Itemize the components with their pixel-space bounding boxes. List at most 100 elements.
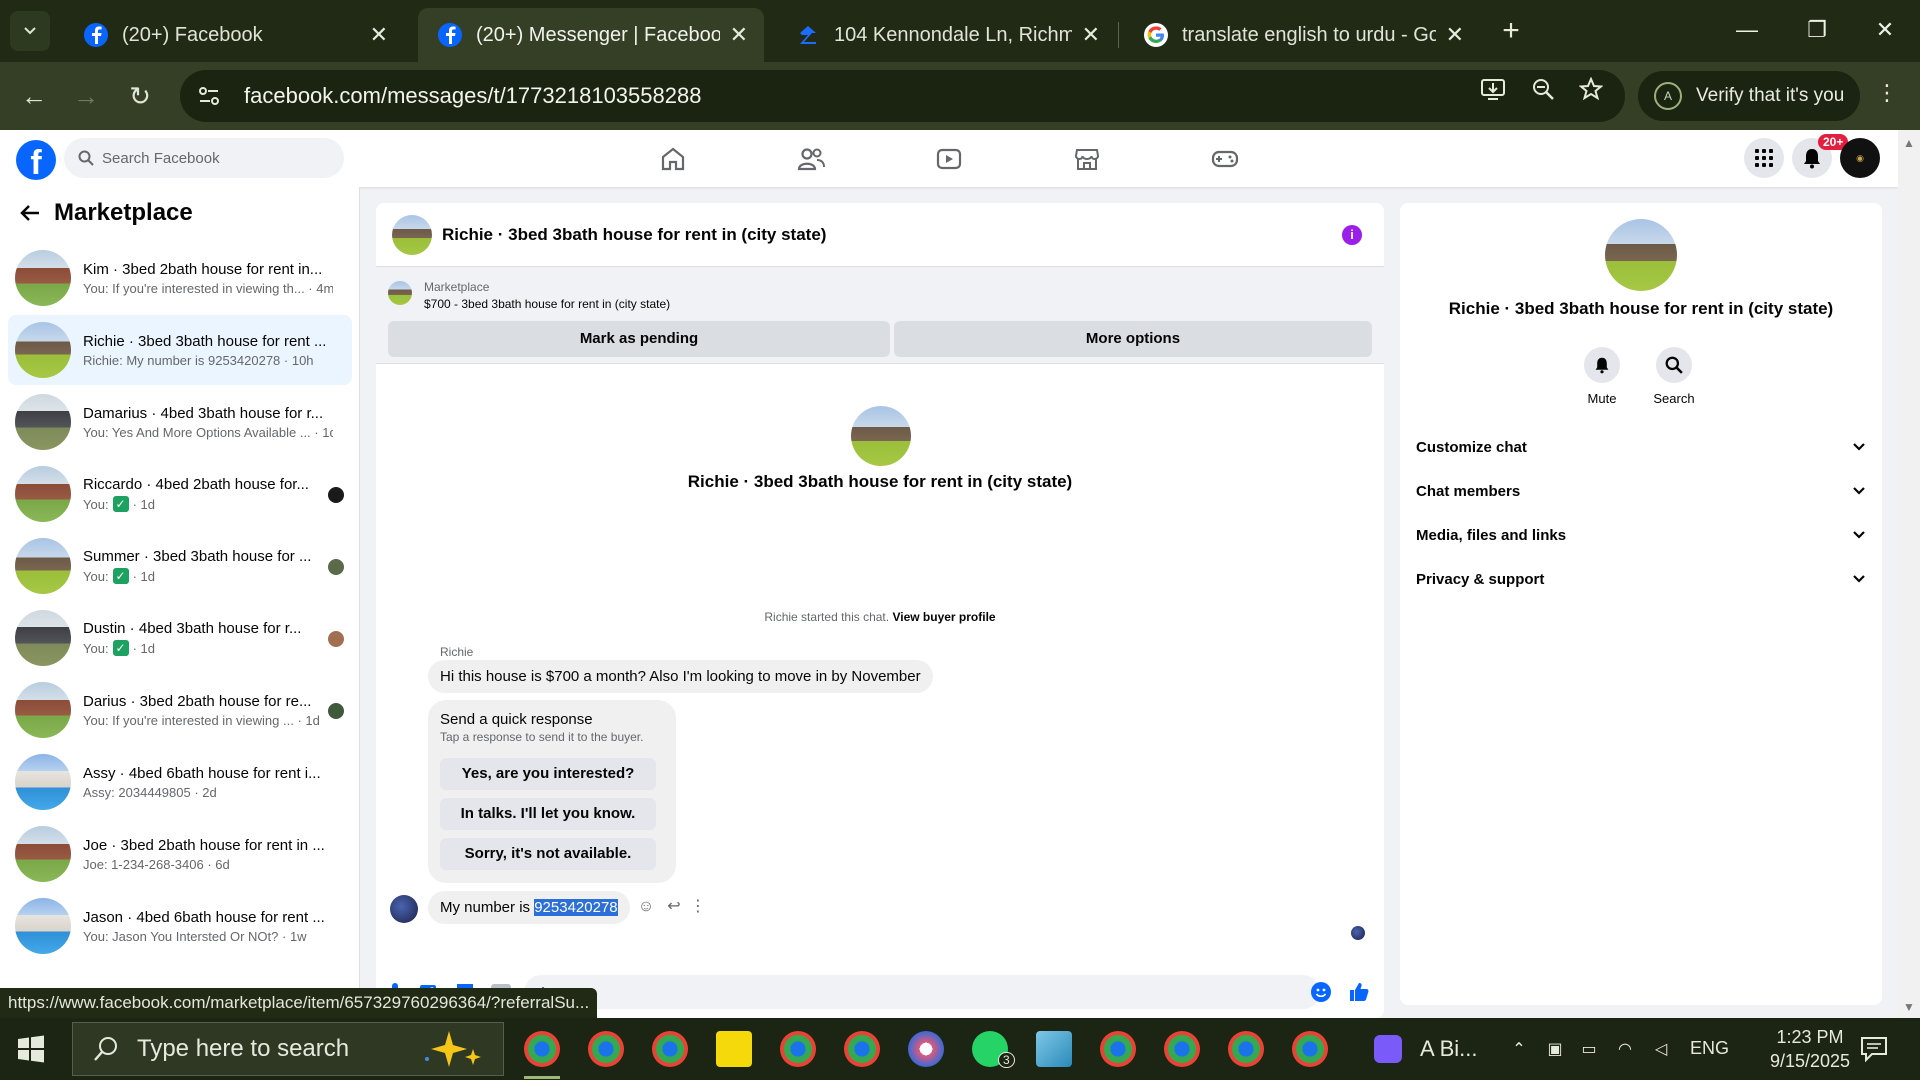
facebook-search[interactable]: Search Facebook [64, 138, 344, 178]
chrome-taskbar-icon[interactable] [1100, 1031, 1136, 1067]
friends-icon[interactable] [796, 144, 826, 174]
search-in-chat-button[interactable]: Search [1644, 347, 1704, 406]
chat-members-row[interactable]: Chat members [1416, 469, 1866, 513]
gaming-icon[interactable] [1210, 144, 1240, 174]
app-taskbar-icon[interactable] [1036, 1031, 1072, 1067]
conversation-item[interactable]: Joe · 3bed 2bath house for rent in ... J… [8, 819, 352, 889]
mute-button[interactable]: Mute [1572, 347, 1632, 406]
conversation-item[interactable]: Jason · 4bed 6bath house for rent ... Yo… [8, 891, 352, 961]
restore-button[interactable]: ❐ [1792, 10, 1842, 50]
conversation-item[interactable]: Summer · 3bed 3bath house for ... You: ✓ ·… [8, 531, 352, 601]
conversation-item[interactable]: Darius · 3bed 2bath house for re... You:… [8, 675, 352, 745]
chrome-taskbar-icon[interactable] [1164, 1031, 1200, 1067]
info-icon[interactable]: i [1342, 225, 1362, 245]
chrome-taskbar-icon[interactable] [844, 1031, 880, 1067]
thumbs-up-icon[interactable] [1348, 981, 1370, 1003]
chrome-taskbar-icon[interactable] [1292, 1031, 1328, 1067]
bookmark-star-icon[interactable] [1576, 74, 1606, 104]
snipping-tool-icon[interactable] [908, 1031, 944, 1067]
more-actions-icon[interactable]: ⋮ [688, 897, 708, 917]
quick-response-button[interactable]: Sorry, it's not available. [440, 838, 656, 870]
browser-tab[interactable]: (20+) Facebook ✕ [64, 8, 404, 62]
conversation-item[interactable]: Damarius · 4bed 3bath house for r... You… [8, 387, 352, 457]
marketplace-icon[interactable] [1072, 144, 1102, 174]
outgoing-message[interactable]: My number is 9253420278 [428, 891, 630, 924]
zoom-icon[interactable] [1528, 74, 1558, 104]
chevron-up-icon[interactable]: ⌃ [1508, 1038, 1530, 1060]
wifi-icon[interactable]: ◠ [1614, 1038, 1636, 1060]
taskbar-clock[interactable]: 1:23 PM 9/15/2025 [1760, 1025, 1860, 1073]
browser-tab[interactable]: translate english to urdu - Goo ✕ [1124, 8, 1480, 62]
reply-icon[interactable]: ↩ [664, 897, 684, 917]
video-app-icon[interactable] [1374, 1035, 1402, 1063]
taskbar-search[interactable]: Type here to search [72, 1022, 504, 1076]
minimize-button[interactable]: — [1722, 10, 1772, 50]
account-avatar[interactable]: ◉ [1840, 138, 1880, 178]
battery-icon[interactable]: ▭ [1578, 1038, 1600, 1060]
listing-thumbnail[interactable] [388, 281, 412, 305]
conversation-item[interactable]: Riccardo · 4bed 2bath house for... You: ✓… [8, 459, 352, 529]
mark-as-pending-button[interactable]: Mark as pending [388, 321, 890, 357]
chat-title[interactable]: Richie · 3bed 3bath house for rent in (c… [442, 225, 826, 245]
browser-tab[interactable]: 104 Kennondale Ln, Richmond, ✕ [776, 8, 1116, 62]
facebook-logo[interactable]: f [16, 140, 56, 180]
chrome-taskbar-icon[interactable] [588, 1031, 624, 1067]
message-thread[interactable]: Richie · 3bed 3bath house for rent in (c… [376, 364, 1384, 964]
more-options-button[interactable]: More options [894, 321, 1372, 357]
sticky-notes-icon[interactable] [716, 1031, 752, 1067]
view-buyer-profile-link[interactable]: View buyer profile [892, 610, 995, 624]
incoming-message[interactable]: Hi this house is $700 a month? Also I'm … [428, 660, 933, 693]
emoji-icon[interactable] [1310, 981, 1332, 1003]
back-button[interactable]: ← [14, 76, 54, 116]
react-emoji-icon[interactable]: ☺ [636, 897, 656, 917]
chrome-taskbar-icon[interactable] [780, 1031, 816, 1067]
close-icon[interactable]: ✕ [370, 22, 388, 48]
site-info-icon[interactable] [194, 81, 224, 111]
customize-chat-row[interactable]: Customize chat [1416, 425, 1866, 469]
quick-response-button[interactable]: Yes, are you interested? [440, 758, 656, 790]
close-icon[interactable]: ✕ [1082, 22, 1100, 48]
new-tab-button[interactable]: + [1494, 14, 1528, 48]
conversation-name: Dustin · 4bed 3bath house for r... [83, 620, 302, 637]
media-files-links-row[interactable]: Media, files and links [1416, 513, 1866, 557]
scroll-up-arrow-icon[interactable]: ▲ [1903, 136, 1915, 150]
quick-response-card: Send a quick response Tap a response to … [428, 700, 676, 883]
message-input[interactable] [524, 975, 1320, 1009]
language-indicator[interactable]: ENG [1690, 1038, 1729, 1059]
back-arrow-icon[interactable] [20, 204, 40, 222]
browser-tab-active[interactable]: (20+) Messenger | Facebook ✕ [418, 8, 764, 62]
taskbar-app-label[interactable]: A Bi... [1420, 1036, 1477, 1062]
tab-search-button[interactable] [10, 11, 50, 51]
scroll-down-arrow-icon[interactable]: ▼ [1903, 1000, 1915, 1014]
close-icon[interactable]: ✕ [1446, 22, 1464, 48]
close-icon[interactable]: ✕ [730, 22, 748, 48]
video-icon[interactable] [934, 144, 964, 174]
window-close-button[interactable]: ✕ [1860, 10, 1910, 50]
chrome-taskbar-icon[interactable] [652, 1031, 688, 1067]
browser-menu-icon[interactable]: ⋮ [1876, 80, 1898, 106]
conversation-item[interactable]: Kim · 3bed 2bath house for rent in... Yo… [8, 243, 352, 313]
forward-button[interactable]: → [66, 76, 106, 116]
privacy-support-row[interactable]: Privacy & support [1416, 557, 1866, 601]
chrome-taskbar-icon[interactable] [1228, 1031, 1264, 1067]
selected-phone-number[interactable]: 9253420278 [534, 899, 618, 916]
conversation-item-selected[interactable]: Richie · 3bed 3bath house for rent ... R… [8, 315, 352, 385]
chat-avatar[interactable] [392, 214, 432, 255]
notification-center-icon[interactable] [1860, 1036, 1890, 1063]
conversation-item[interactable]: Dustin · 4bed 3bath house for r... You: ✓… [8, 603, 352, 673]
volume-icon[interactable]: ◁ [1650, 1038, 1672, 1060]
verify-identity-button[interactable]: A Verify that it's you [1638, 71, 1860, 121]
conversation-item[interactable]: Assy · 4bed 6bath house for rent i... As… [8, 747, 352, 817]
windows-start-icon[interactable] [16, 1034, 46, 1064]
meet-now-icon[interactable]: ▣ [1544, 1038, 1566, 1060]
info-avatar[interactable] [1605, 219, 1677, 291]
install-app-icon[interactable] [1478, 74, 1508, 104]
page-scrollbar[interactable]: ▲ ▼ [1898, 130, 1920, 1018]
reload-button[interactable]: ↻ [120, 76, 160, 116]
quick-response-button[interactable]: In talks. I'll let you know. [440, 798, 656, 830]
listing-title[interactable]: $700 - 3bed 3bath house for rent in (cit… [424, 297, 670, 311]
home-icon[interactable] [658, 144, 688, 174]
menu-grid-icon[interactable] [1744, 138, 1784, 178]
chrome-taskbar-icon[interactable] [524, 1031, 560, 1067]
address-bar[interactable]: facebook.com/messages/t/1773218103558288 [180, 70, 1625, 122]
